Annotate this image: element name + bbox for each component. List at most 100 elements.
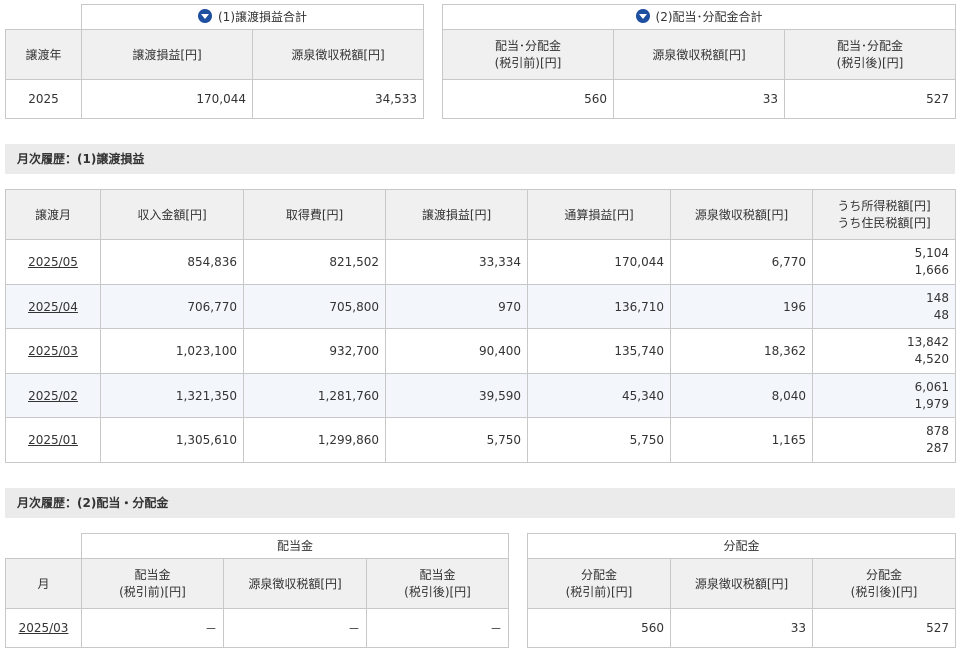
header-cumulative-pl: 通算損益[円] <box>527 189 671 240</box>
header-bunpai-pretax-text: 分配金 (税引前)[円] <box>565 567 633 599</box>
cell-transfer-pl: 90,400 <box>385 328 528 374</box>
cell-haitou-aftertax: － <box>365 608 510 648</box>
cell-transfer-pl: 970 <box>385 284 528 329</box>
cell-cost: 1,299,860 <box>243 417 386 463</box>
cell-cost: 1,281,760 <box>243 373 386 418</box>
cell-div-pretax: 560 <box>442 79 614 119</box>
month-link[interactable]: 2025/04 <box>28 300 78 314</box>
cell-cost: 932,700 <box>243 328 386 374</box>
cell-bunpai-aftertax: 527 <box>811 608 957 648</box>
cell-month: 2025/03 <box>5 328 101 374</box>
header-bunpai-aftertax: 分配金 (税引後)[円] <box>811 558 957 609</box>
resident-tax: 1,979 <box>914 396 949 411</box>
cell-revenue: 1,321,350 <box>100 373 244 418</box>
resident-tax: 287 <box>926 441 949 455</box>
cell-revenue: 1,023,100 <box>100 328 244 374</box>
cell-div-aftertax: 527 <box>783 79 957 119</box>
header-transfer-pl: 譲渡損益[円] <box>385 189 528 240</box>
cell-bunpai-withholding: 33 <box>670 608 813 648</box>
table-row: 560 33 527 <box>527 608 957 648</box>
table-row: 2025/03 － － － <box>5 608 510 648</box>
cell-transfer-pl: 33,334 <box>385 239 528 285</box>
monthly-dividend-table-bunpai: 分配金 分配金 (税引前)[円] 源泉徴収税額[円] 分配金 (税引後)[円] … <box>526 533 957 648</box>
header-haitou-aftertax-text: 配当金 (税引後)[円] <box>404 567 471 599</box>
header-haitou-aftertax: 配当金 (税引後)[円] <box>365 558 510 609</box>
cell-cumulative-pl: 136,710 <box>527 284 671 329</box>
header-haitou-pretax-text: 配当金 (税引前)[円] <box>119 567 186 599</box>
cell-div-withholding: 33 <box>613 79 785 119</box>
cell-month: 2025/02 <box>5 373 101 418</box>
header-bunpai-aftertax-text: 分配金 (税引後)[円] <box>850 567 918 599</box>
table-row: 2025/04 706,770 705,800 970 136,710 196 … <box>5 284 956 329</box>
header-cost: 取得費[円] <box>243 189 386 240</box>
dividend-summary-table: (2)配当･分配金合計 配当･分配金 (税引前)[円] 源泉徴収税額[円] 配当… <box>441 4 957 119</box>
header-withholding: 源泉徴収税額[円] <box>670 189 813 240</box>
resident-tax: 4,520 <box>914 352 949 366</box>
cell-month: 2025/05 <box>5 239 101 285</box>
cell-withholding: 196 <box>670 284 813 329</box>
cell-cumulative-pl: 135,740 <box>527 328 671 374</box>
income-tax: 13,842 <box>907 335 949 349</box>
header-haitou-withholding: 源泉徴収税額[円] <box>223 558 367 609</box>
transfer-summary-table: (1)譲渡損益合計 譲渡年 譲渡損益[円] 源泉徴収税額[円] 2025 170… <box>5 4 424 119</box>
group-bunpai: 分配金 <box>526 533 957 559</box>
cell-transfer-pl: 39,590 <box>385 373 528 418</box>
header-withholding: 源泉徴収税額[円] <box>252 29 424 80</box>
table-row: 2025/03 1,023,100 932,700 90,400 135,740… <box>5 328 956 374</box>
dividend-summary-group-title: (2)配当･分配金合計 <box>441 4 957 30</box>
cell-withholding: 18,362 <box>670 328 813 374</box>
cell-haitou-pretax: － <box>81 608 224 648</box>
header-div-withholding: 源泉徴収税額[円] <box>613 29 785 80</box>
cell-month: 2025/01 <box>5 417 101 463</box>
section-title-monthly-transfer: 月次履歴：(1)譲渡損益 <box>5 144 955 174</box>
header-bunpai-withholding: 源泉徴収税額[円] <box>670 558 813 609</box>
cell-tax-split: 878 287 <box>812 417 956 463</box>
cell-tax-split: 148 48 <box>812 284 956 329</box>
cell-tax-split: 13,842 4,520 <box>812 328 956 374</box>
resident-tax: 1,666 <box>914 263 949 277</box>
blank-cell <box>6 534 82 559</box>
cell-cost: 821,502 <box>243 239 386 285</box>
cell-year: 2025 <box>5 79 82 119</box>
header-div-aftertax: 配当･分配金 (税引後)[円] <box>783 29 957 80</box>
month-link[interactable]: 2025/03 <box>19 621 69 635</box>
cell-bunpai-pretax: 560 <box>527 608 671 648</box>
cell-month: 2025/03 <box>5 608 82 648</box>
header-income-resident-tax: うち所得税額[円] うち住民税額[円] <box>812 189 956 240</box>
chevron-down-icon <box>635 9 650 23</box>
monthly-transfer-table: 譲渡月 収入金額[円] 取得費[円] 譲渡損益[円] 通算損益[円] 源泉徴収税… <box>5 189 956 463</box>
cell-cumulative-pl: 170,044 <box>527 239 671 285</box>
header-transfer-pl: 譲渡損益[円] <box>81 29 253 80</box>
month-link[interactable]: 2025/03 <box>28 344 78 358</box>
header-haitou-pretax: 配当金 (税引前)[円] <box>81 558 224 609</box>
header-div-aftertax-text: 配当･分配金 (税引後)[円] <box>836 38 904 70</box>
cell-tax-split: 6,061 1,979 <box>812 373 956 418</box>
cell-month: 2025/04 <box>5 284 101 329</box>
header-revenue: 収入金額[円] <box>100 189 244 240</box>
monthly-dividend-table-haitou: 配当金 月 配当金 (税引前)[円] 源泉徴収税額[円] 配当金 (税引後)[円… <box>5 533 510 648</box>
cell-tax-split: 5,104 1,666 <box>812 239 956 285</box>
header-div-pretax: 配当･分配金 (税引前)[円] <box>442 29 614 80</box>
table-row: 2025/02 1,321,350 1,281,760 39,590 45,34… <box>5 373 956 418</box>
cell-revenue: 1,305,610 <box>100 417 244 463</box>
income-tax: 878 <box>926 424 949 438</box>
cell-transfer-pl: 170,044 <box>81 79 253 119</box>
cell-cumulative-pl: 5,750 <box>527 417 671 463</box>
cell-withholding: 1,165 <box>670 417 813 463</box>
transfer-summary-group-title: (1)譲渡損益合計 <box>81 4 424 30</box>
section-title-monthly-dividend: 月次履歴：(2)配当・分配金 <box>5 488 955 518</box>
table-row: 2025/05 854,836 821,502 33,334 170,044 6… <box>5 239 956 285</box>
header-income-resident-tax-text: うち所得税額[円] うち住民税額[円] <box>837 198 931 230</box>
header-month: 譲渡月 <box>5 189 101 240</box>
cell-haitou-withholding: － <box>223 608 367 648</box>
group-haitou: 配当金 <box>80 533 510 559</box>
header-bunpai-pretax: 分配金 (税引前)[円] <box>527 558 671 609</box>
month-link[interactable]: 2025/01 <box>28 433 78 447</box>
cell-revenue: 854,836 <box>100 239 244 285</box>
month-link[interactable]: 2025/05 <box>28 255 78 269</box>
month-link[interactable]: 2025/02 <box>28 389 78 403</box>
blank-cell <box>6 5 82 30</box>
header-month: 月 <box>5 558 82 609</box>
cell-cost: 705,800 <box>243 284 386 329</box>
cell-revenue: 706,770 <box>100 284 244 329</box>
